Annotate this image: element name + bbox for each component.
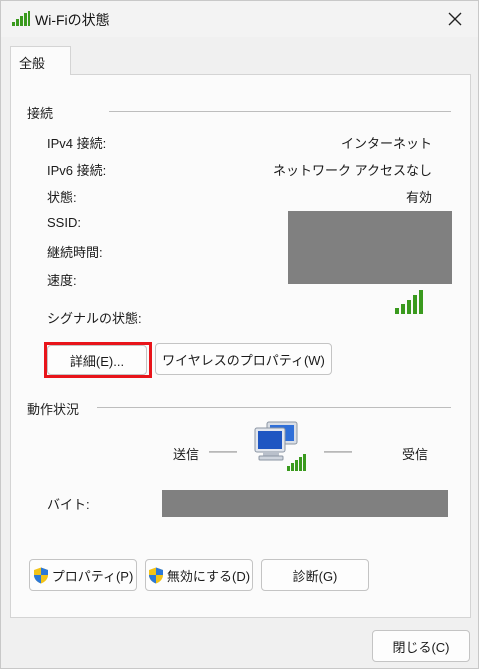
close-button[interactable]: 閉じる(C)	[372, 630, 470, 662]
redacted-connection-values	[288, 211, 452, 284]
speed-label: 速度:	[47, 273, 77, 288]
connection-section-title: 接続	[27, 106, 54, 121]
wifi-status-dialog: Wi-Fiの状態 全般 接続 IPv4 接続: インターネット IPv6 接続:…	[0, 0, 479, 669]
uac-shield-icon	[148, 567, 163, 583]
status-label: 状態:	[47, 190, 77, 205]
network-computers-icon	[251, 418, 313, 476]
ipv4-label: IPv4 接続:	[47, 136, 107, 151]
sent-label: 送信	[173, 447, 200, 462]
ipv4-value: インターネット	[340, 136, 432, 151]
close-window-button[interactable]	[432, 1, 478, 37]
signal-bars-icon	[395, 290, 425, 314]
ssid-label: SSID:	[47, 215, 81, 230]
uac-shield-icon	[33, 567, 48, 583]
status-value: 有効	[405, 190, 432, 205]
redacted-byte-counts	[162, 490, 448, 517]
ipv6-value: ネットワーク アクセスなし	[273, 163, 432, 178]
details-button-highlight	[44, 342, 152, 378]
window-title: Wi-Fiの状態	[35, 12, 110, 28]
properties-button-label: プロパティ(P)	[51, 568, 134, 584]
tab-general[interactable]: 全般	[10, 46, 71, 75]
connection-divider	[109, 111, 451, 112]
wifi-signal-icon	[11, 11, 31, 27]
diagnose-button[interactable]: 診断(G)	[261, 559, 369, 591]
general-panel: 接続 IPv4 接続: インターネット IPv6 接続: ネットワーク アクセス…	[10, 74, 471, 618]
sent-line	[209, 451, 237, 453]
disable-button[interactable]: 無効にする(D)	[145, 559, 253, 591]
received-label: 受信	[402, 447, 429, 462]
properties-button[interactable]: プロパティ(P)	[29, 559, 137, 591]
close-icon	[448, 12, 462, 26]
activity-divider	[97, 407, 451, 408]
title-bar: Wi-Fiの状態	[1, 1, 478, 37]
duration-label: 継続時間:	[47, 245, 103, 260]
wireless-properties-button[interactable]: ワイヤレスのプロパティ(W)	[155, 343, 332, 375]
signal-label: シグナルの状態:	[47, 311, 142, 326]
ipv6-label: IPv6 接続:	[47, 163, 107, 178]
activity-section-title: 動作状況	[27, 402, 80, 417]
disable-button-label: 無効にする(D)	[166, 568, 251, 584]
received-line	[324, 451, 352, 453]
bytes-label: バイト:	[47, 497, 90, 512]
